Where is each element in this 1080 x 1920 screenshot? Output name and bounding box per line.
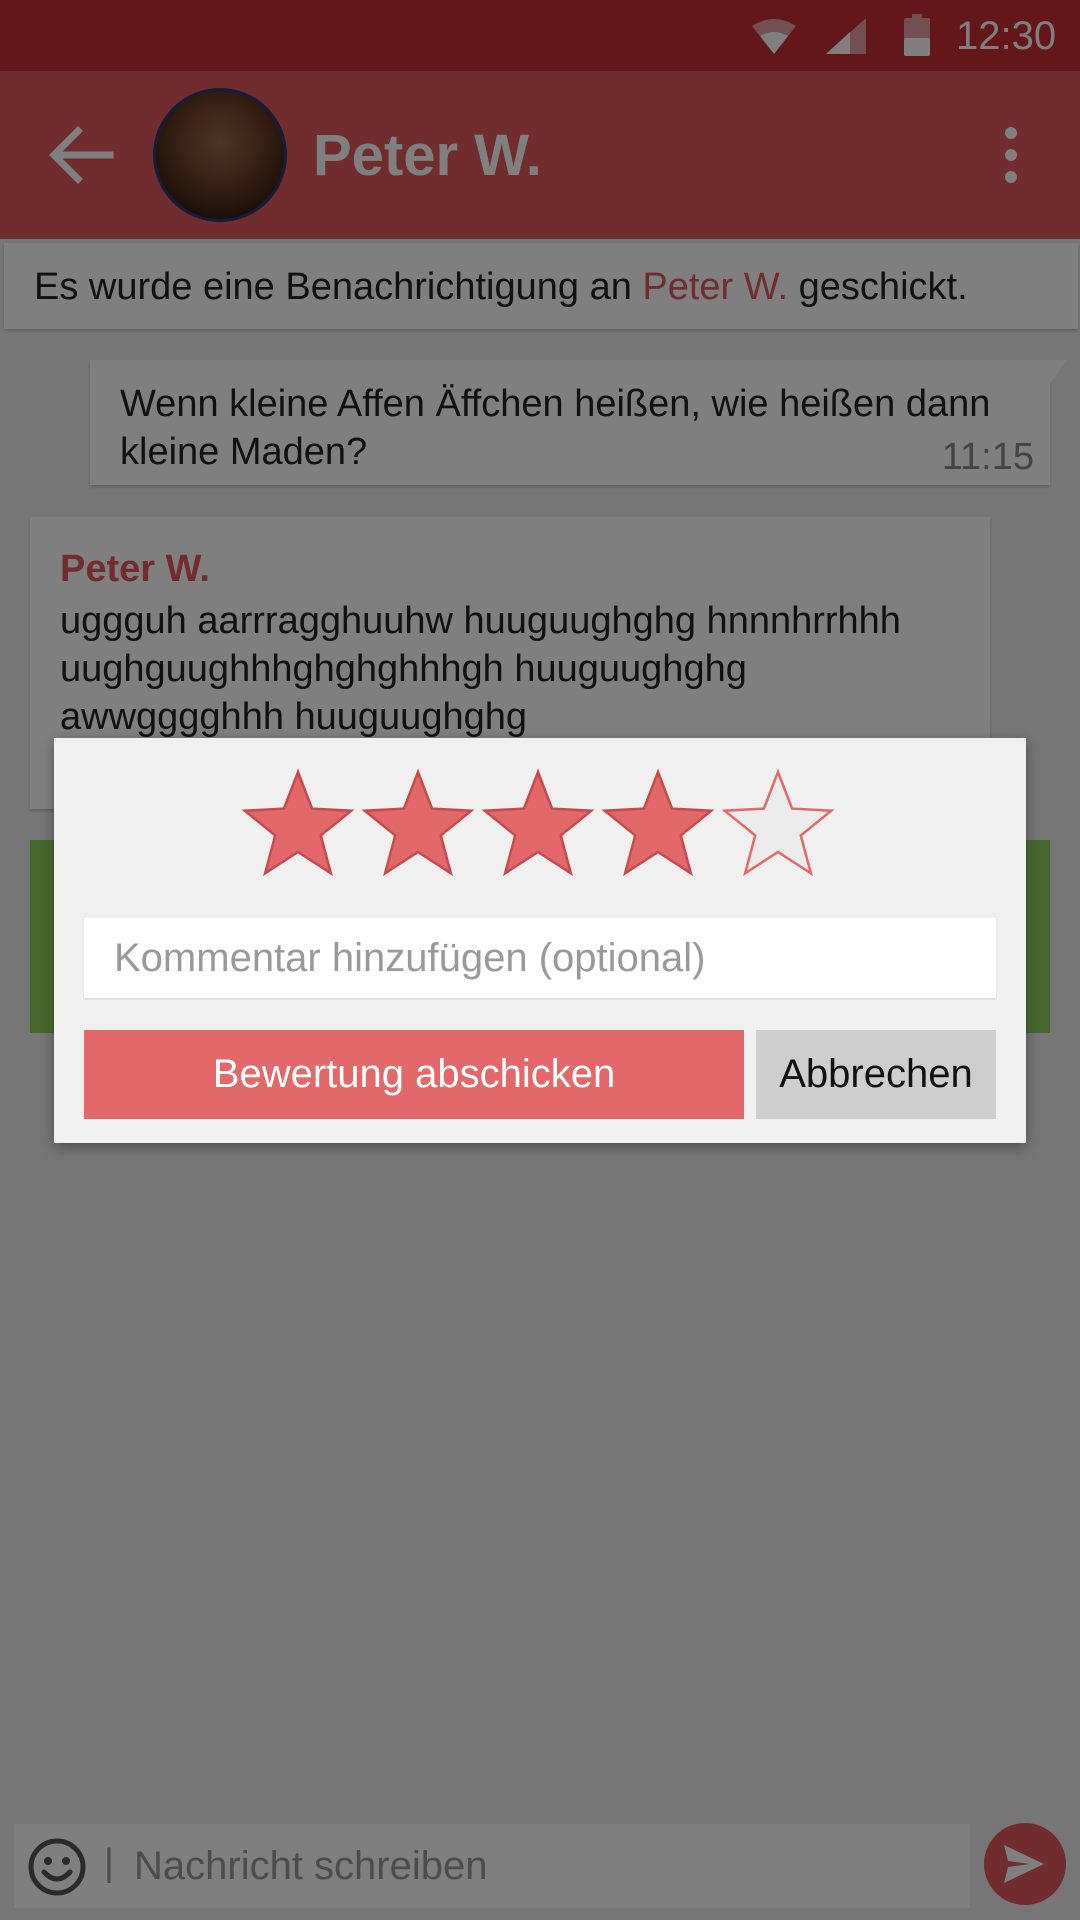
star-filled-icon[interactable]	[480, 768, 596, 884]
rating-dialog: Bewertung abschicken Abbrechen	[54, 738, 1026, 1143]
star-filled-icon[interactable]	[360, 768, 476, 884]
star-rating[interactable]	[240, 768, 840, 884]
comment-input[interactable]	[84, 918, 996, 998]
star-empty-icon[interactable]	[720, 768, 836, 884]
submit-rating-button[interactable]: Bewertung abschicken	[84, 1030, 744, 1119]
star-filled-icon[interactable]	[600, 768, 716, 884]
cancel-button[interactable]: Abbrechen	[756, 1030, 996, 1119]
star-filled-icon[interactable]	[240, 768, 356, 884]
